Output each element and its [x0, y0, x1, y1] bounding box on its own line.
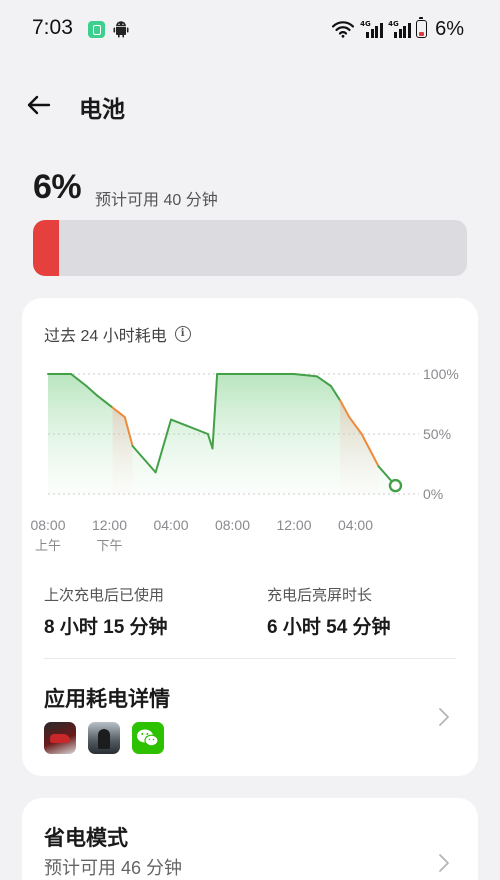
- stat-value-used-since-charge: 8 小时 15 分钟: [44, 617, 168, 638]
- back-arrow-icon[interactable]: [22, 88, 56, 122]
- x-tick-sublabel: 上午: [35, 538, 61, 553]
- battery-usage-chart: 100% 50% 0% 08:00 上午 12:00 下午 04:00 08:00 12:00 04…: [30, 366, 459, 553]
- power-saver-estimate: 预计可用 46 分钟: [44, 858, 183, 878]
- x-tick-label: 12:00: [92, 517, 127, 533]
- battery-level-bar: [33, 220, 467, 276]
- stat-value-screen-on-time: 6 小时 54 分钟: [267, 617, 391, 638]
- x-tick-sublabel: 下午: [96, 538, 122, 553]
- chart-title-row: 过去 24 小时耗电: [44, 322, 191, 346]
- status-battery-percent: 6%: [435, 17, 464, 40]
- x-tick-label: 04:00: [338, 517, 373, 533]
- info-icon[interactable]: [174, 326, 191, 342]
- chevron-right-icon: [439, 708, 449, 726]
- y-tick-label: 0%: [423, 486, 443, 502]
- android-icon: [113, 21, 129, 38]
- app-icon-list: [44, 722, 164, 754]
- power-saver-card[interactable]: 省电模式 预计可用 46 分钟: [22, 798, 478, 880]
- chart-drain-area: [340, 400, 379, 494]
- chevron-right-icon: [439, 854, 449, 872]
- wechat-icon: [132, 722, 164, 754]
- status-bar: 7:03 4G 4G 6%: [0, 0, 500, 60]
- chart-drain-area: [112, 407, 133, 494]
- y-tick-label: 100%: [423, 366, 459, 382]
- cellular-signal-icon: 4G: [360, 20, 383, 38]
- stat-label-screen-on-time: 充电后亮屏时长: [267, 587, 373, 604]
- battery-usage-card: 过去 24 小时耗电 100% 50% 0% 08:00 上午 12:00 下午 04:00 0…: [22, 298, 478, 776]
- status-time: 7:03: [32, 16, 73, 39]
- x-tick-label: 04:00: [153, 517, 188, 533]
- app-notification-icon: [88, 21, 105, 38]
- x-tick-label: 12:00: [276, 517, 311, 533]
- stat-label-used-since-charge: 上次充电后已使用: [44, 587, 165, 604]
- app-usage-details-row[interactable]: 应用耗电详情: [22, 659, 478, 775]
- cellular-signal-icon: 4G: [388, 20, 411, 38]
- app-usage-details-title: 应用耗电详情: [44, 688, 170, 711]
- soldier-icon: [88, 722, 120, 754]
- chart-title: 过去 24 小时耗电: [44, 328, 167, 345]
- battery-percent: 6%: [33, 168, 82, 206]
- page-title: 电池: [79, 96, 125, 122]
- chart-current-point: [388, 478, 403, 493]
- battery-icon: [416, 17, 428, 38]
- racing-car-icon: [44, 722, 76, 754]
- x-tick-label: 08:00: [30, 517, 65, 533]
- estimated-remaining: 预计可用 40 分钟: [95, 192, 218, 209]
- y-tick-label: 50%: [423, 426, 451, 442]
- power-saver-title: 省电模式: [44, 827, 128, 850]
- battery-level-fill: [33, 220, 60, 276]
- wifi-icon: [332, 21, 355, 38]
- x-tick-label: 08:00: [215, 517, 250, 533]
